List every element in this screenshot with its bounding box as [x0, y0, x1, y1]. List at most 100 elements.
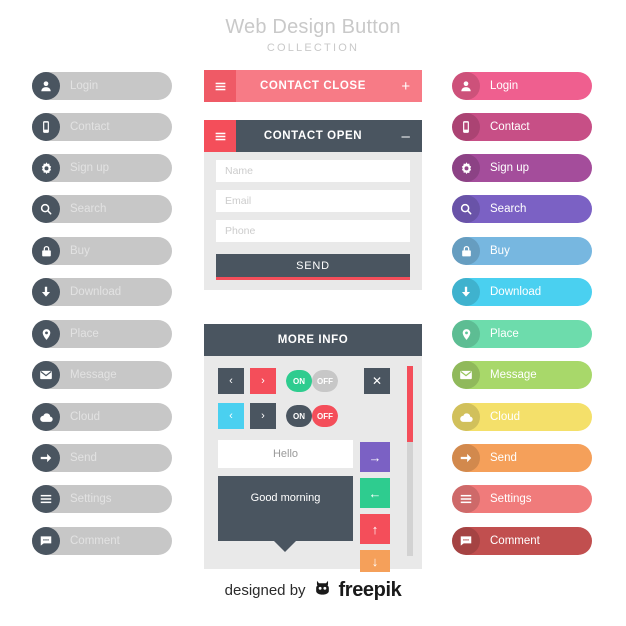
gear-icon [32, 154, 60, 182]
button-comment-color[interactable]: Comment [452, 527, 592, 555]
button-label: Download [490, 286, 542, 298]
download-arrow-icon [32, 278, 60, 306]
button-buy-grey[interactable]: Buy [32, 237, 172, 265]
arrow-right-icon-button[interactable]: → [360, 442, 390, 472]
chat-bubble-icon [32, 527, 60, 555]
hello-text-box: Hello [218, 440, 353, 468]
button-settings-color[interactable]: Settings [452, 485, 592, 513]
arrow-down-icon-button[interactable]: ↓ [360, 550, 390, 572]
button-login-grey[interactable]: Login [32, 72, 172, 100]
lock-icon [32, 237, 60, 265]
button-download-color[interactable]: Download [452, 278, 592, 306]
list-icon [452, 485, 480, 513]
more-info-bar: MORE INFO [204, 324, 422, 356]
button-label: Comment [490, 535, 540, 547]
button-comment-grey[interactable]: Comment [32, 527, 172, 555]
toggle-on-label: ON [286, 405, 312, 427]
button-contact-grey[interactable]: Contact [32, 113, 172, 141]
button-search-grey[interactable]: Search [32, 195, 172, 223]
more-info-body: ‹ › ON OFF ✕ ‹ › ON OFF Hello Good morni… [204, 356, 422, 572]
designed-by-label: designed by [224, 581, 306, 599]
button-label: Settings [70, 493, 112, 505]
button-label: Send [490, 452, 517, 464]
button-label: Message [70, 369, 117, 381]
scrollbar-thumb[interactable] [407, 366, 413, 442]
button-label: Cloud [70, 411, 101, 423]
button-label: Download [70, 286, 122, 298]
button-place-color[interactable]: Place [452, 320, 592, 348]
search-icon [452, 195, 480, 223]
phone-icon [452, 113, 480, 141]
map-pin-icon [452, 320, 480, 348]
button-search-color[interactable]: Search [452, 195, 592, 223]
button-label: Sign up [490, 162, 530, 174]
arrow-right-icon [32, 444, 60, 472]
button-send-color[interactable]: Send [452, 444, 592, 472]
button-signup-grey[interactable]: Sign up [32, 154, 172, 182]
button-label: Send [70, 452, 97, 464]
arrow-right-icon [452, 444, 480, 472]
send-button[interactable]: SEND [216, 254, 410, 280]
gear-icon [452, 154, 480, 182]
prev-button-dark[interactable]: ‹ [218, 368, 244, 394]
contact-close-bar[interactable]: CONTACT CLOSE + [204, 70, 422, 102]
toggle-off-label: OFF [312, 370, 338, 392]
button-settings-grey[interactable]: Settings [32, 485, 172, 513]
arrow-left-icon-button[interactable]: ← [360, 478, 390, 508]
button-label: Settings [490, 493, 532, 505]
map-pin-icon [32, 320, 60, 348]
page-title: Web Design Button [225, 16, 401, 38]
list-icon [32, 485, 60, 513]
button-label: Cloud [490, 411, 521, 423]
contact-open-bar[interactable]: CONTACT OPEN – [204, 120, 422, 152]
button-label: Search [70, 203, 107, 215]
envelope-icon [452, 361, 480, 389]
button-label: Contact [490, 121, 530, 133]
hamburger-menu-icon[interactable] [204, 120, 236, 152]
hamburger-menu-icon[interactable] [204, 70, 236, 102]
button-download-grey[interactable]: Download [32, 278, 172, 306]
button-label: Buy [70, 245, 90, 257]
toggle-on-label: ON [286, 370, 312, 392]
chat-bubble-icon [452, 527, 480, 555]
collapse-minus-icon[interactable]: – [390, 120, 422, 152]
expand-plus-icon[interactable]: + [390, 70, 422, 102]
close-button[interactable]: ✕ [364, 368, 390, 394]
button-login-color[interactable]: Login [452, 72, 592, 100]
name-input[interactable]: Name [216, 160, 410, 182]
button-cloud-color[interactable]: Cloud [452, 403, 592, 431]
phone-icon [32, 113, 60, 141]
toggle-switch-on[interactable]: ON OFF [286, 370, 338, 392]
cloud-icon [32, 403, 60, 431]
more-info-title: MORE INFO [277, 334, 349, 346]
user-icon [32, 72, 60, 100]
arrow-up-icon-button[interactable]: ↑ [360, 514, 390, 544]
prev-button-cyan[interactable]: ‹ [218, 403, 244, 429]
contact-close-title: CONTACT CLOSE [260, 80, 366, 92]
download-arrow-icon [452, 278, 480, 306]
freepik-brand: freepik [338, 578, 402, 601]
button-send-grey[interactable]: Send [32, 444, 172, 472]
next-button-dark[interactable]: › [250, 403, 276, 429]
button-cloud-grey[interactable]: Cloud [32, 403, 172, 431]
next-button-red[interactable]: › [250, 368, 276, 394]
button-message-color[interactable]: Message [452, 361, 592, 389]
email-input[interactable]: Email [216, 190, 410, 212]
search-icon [32, 195, 60, 223]
more-info-card: MORE INFO ‹ › ON OFF ✕ ‹ › ON OFF Hello [204, 324, 422, 572]
lock-icon [452, 237, 480, 265]
button-place-grey[interactable]: Place [32, 320, 172, 348]
button-buy-color[interactable]: Buy [452, 237, 592, 265]
button-label: Place [70, 328, 99, 340]
button-contact-color[interactable]: Contact [452, 113, 592, 141]
toggle-off-label: OFF [312, 405, 338, 427]
button-label: Sign up [70, 162, 110, 174]
contact-open-title: CONTACT OPEN [263, 130, 363, 142]
button-signup-color[interactable]: Sign up [452, 154, 592, 182]
phone-input[interactable]: Phone [216, 220, 410, 242]
page-subtitle: COLLECTION [266, 42, 360, 54]
button-label: Search [490, 203, 527, 215]
button-message-grey[interactable]: Message [32, 361, 172, 389]
toggle-switch-off[interactable]: ON OFF [286, 405, 338, 427]
button-label: Login [490, 80, 519, 92]
